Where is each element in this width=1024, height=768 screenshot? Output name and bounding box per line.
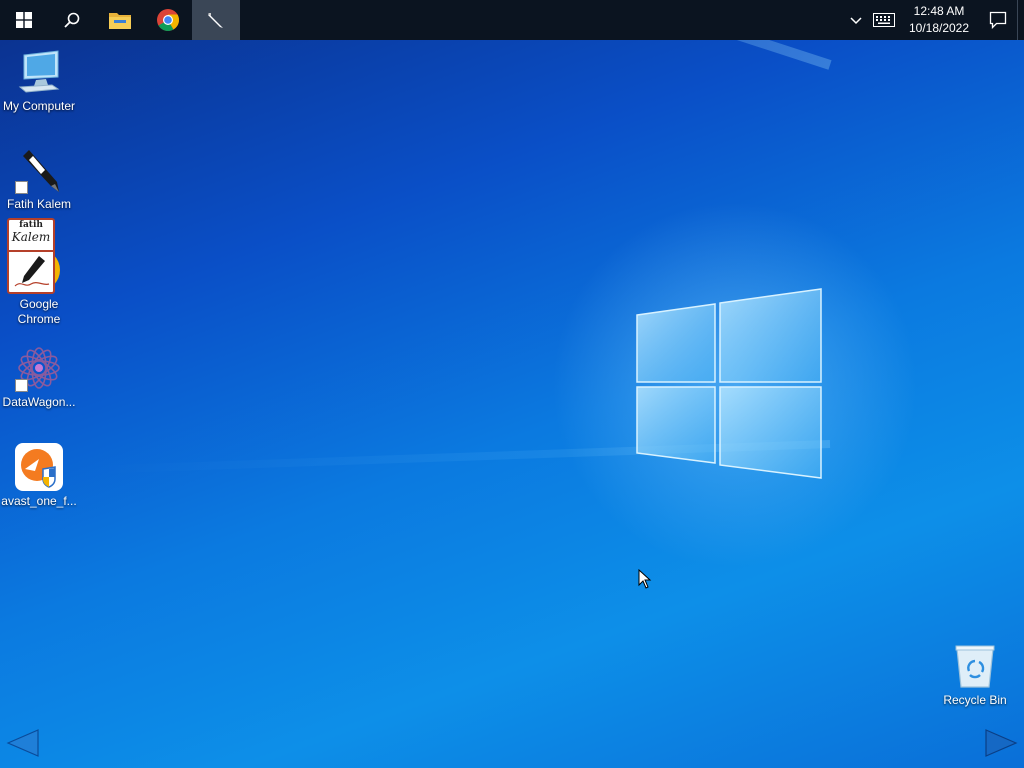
- desktop-icon-label: DataWagon...: [2, 395, 76, 409]
- taskbar-google-chrome[interactable]: [144, 0, 192, 40]
- shortcut-arrow-icon: [15, 379, 28, 392]
- start-button[interactable]: [0, 0, 48, 40]
- show-desktop-button[interactable]: [1017, 0, 1024, 40]
- search-button[interactable]: [48, 0, 96, 40]
- recycle-bin-icon: [955, 645, 995, 688]
- pen-icon: [208, 13, 223, 28]
- system-tray: 12:48 AM 10/18/2022: [843, 0, 1024, 40]
- widget-logo-line1: fatih: [19, 220, 43, 230]
- chevron-up-icon: [850, 17, 862, 25]
- clock-time: 12:48 AM: [913, 4, 965, 18]
- previous-arrow-button[interactable]: [6, 726, 40, 760]
- desktop-icon-label: My Computer: [2, 99, 76, 113]
- shortcut-arrow-icon: [15, 181, 28, 194]
- desktop-icon-avast-one[interactable]: avast_one_f...: [0, 443, 78, 509]
- next-arrow-button[interactable]: [984, 726, 1018, 760]
- desktop-icon-my-computer[interactable]: My Computer: [0, 48, 78, 114]
- action-center-button[interactable]: [979, 0, 1017, 40]
- notification-icon: [989, 11, 1007, 29]
- taskbar: 12:48 AM 10/18/2022: [0, 0, 1024, 40]
- touch-keyboard-button[interactable]: [869, 0, 899, 40]
- clock[interactable]: 12:48 AM 10/18/2022: [899, 0, 979, 40]
- mouse-cursor-icon: [638, 569, 652, 589]
- desktop-icon-label: Google Chrome: [17, 297, 61, 326]
- keyboard-icon: [873, 13, 895, 27]
- avast-icon: [15, 443, 63, 491]
- search-icon: [64, 12, 80, 28]
- desktop-icon-datawagon[interactable]: DataWagon...: [0, 344, 78, 410]
- widget-logo: fatih Kalem: [9, 220, 53, 252]
- clock-date: 10/18/2022: [908, 21, 970, 35]
- chrome-icon: [157, 9, 179, 31]
- desktop-icon-fatih-kalem[interactable]: Fatih Kalem: [0, 146, 78, 212]
- fatih-kalem-floating-widget[interactable]: fatih Kalem: [7, 218, 55, 294]
- taskbar-file-explorer[interactable]: [96, 0, 144, 40]
- taskbar-fatih-kalem[interactable]: [192, 0, 240, 40]
- desktop-icon-label: Recycle Bin: [943, 693, 1007, 707]
- desktop-icon-label: Fatih Kalem: [6, 197, 72, 211]
- pen-signature-icon: [14, 256, 50, 287]
- windows-logo-wallpaper: [636, 288, 822, 479]
- computer-icon: [18, 50, 60, 93]
- show-hidden-icons-button[interactable]: [843, 0, 869, 40]
- desktop-icon-recycle-bin[interactable]: Recycle Bin: [936, 642, 1014, 708]
- widget-logo-line2: Kalem: [11, 230, 51, 244]
- folder-icon: [109, 13, 131, 29]
- desktop-screen: 12:48 AM 10/18/2022 My Computer Fatih Ka…: [0, 0, 1024, 768]
- windows-start-icon: [16, 12, 32, 28]
- desktop-icon-label: avast_one_f...: [1, 494, 77, 508]
